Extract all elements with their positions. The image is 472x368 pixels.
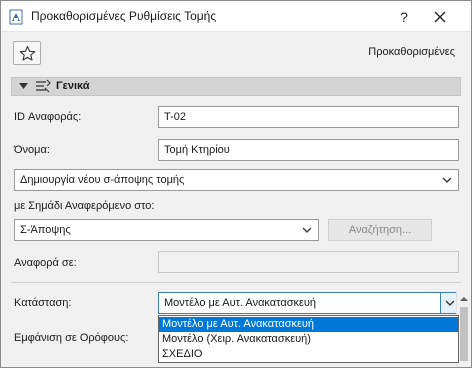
reference-to-label: Αναφορά σε: <box>14 257 77 269</box>
divider <box>11 282 461 283</box>
status-select[interactable]: Μοντέλο με Αυτ. Ανακατασκευή <box>158 292 459 314</box>
marker-ref-label: με Σημάδι Αναφερόμενο στο: <box>14 200 155 212</box>
show-on-stories-label: Εμφάνιση σε Ορόφους: <box>14 332 129 344</box>
help-button[interactable]: ? <box>389 5 419 29</box>
window-title: Προκαθορισμένες Ρυθμίσεις Τομής <box>31 9 217 23</box>
star-icon <box>19 45 36 61</box>
reference-id-label: ID Αναφοράς: <box>14 111 82 123</box>
scroll-up-icon[interactable] <box>460 296 468 302</box>
status-dropdown-list: Μοντέλο με Αυτ. Ανακατασκευή Μοντέλο (Χε… <box>158 315 459 363</box>
status-option[interactable]: Μοντέλο (Χειρ. Ανακατασκευή) <box>159 332 458 347</box>
section-settings-dialog: Προκαθορισμένες Ρυθμίσεις Τομής ? Προκαθ… <box>0 0 472 368</box>
archicad-app-icon <box>9 9 23 25</box>
view-creation-value: Δημιουργία νέου σ-άποψης τομής <box>20 174 185 186</box>
chevron-down-icon <box>442 177 452 183</box>
status-option[interactable]: ΣΧΕΔΙΟ <box>159 347 458 362</box>
reference-id-input[interactable]: T-02 <box>158 106 459 128</box>
section-general-header[interactable]: Γενικά <box>11 77 461 96</box>
section-title: Γενικά <box>56 80 90 92</box>
name-label: Όνομα: <box>14 144 50 156</box>
marker-ref-select[interactable]: Σ-Άποψης <box>14 219 319 241</box>
close-button[interactable] <box>425 5 455 29</box>
section-settings-icon <box>36 79 51 93</box>
presets-label: Προκαθορισμένες <box>368 46 455 58</box>
triangle-down-icon <box>19 83 28 89</box>
scrollbar-thumb[interactable] <box>460 307 468 361</box>
close-icon <box>434 11 446 23</box>
chevron-down-icon <box>302 227 312 233</box>
status-label: Κατάσταση: <box>14 297 72 309</box>
status-option[interactable]: Μοντέλο με Αυτ. Ανακατασκευή <box>159 317 458 332</box>
view-creation-select[interactable]: Δημιουργία νέου σ-άποψης τομής <box>14 169 459 191</box>
status-value: Μοντέλο με Αυτ. Ανακατασκευή <box>164 297 317 309</box>
browse-button[interactable]: Αναζήτηση... <box>328 219 432 241</box>
marker-ref-value: Σ-Άποψης <box>20 224 71 236</box>
title-bar[interactable]: Προκαθορισμένες Ρυθμίσεις Τομής ? <box>1 1 471 32</box>
name-input[interactable]: Τομή Κτηρίου <box>158 139 459 161</box>
favorites-button[interactable] <box>13 41 41 65</box>
chevron-down-icon <box>445 300 455 306</box>
reference-to-input[interactable] <box>158 251 459 273</box>
